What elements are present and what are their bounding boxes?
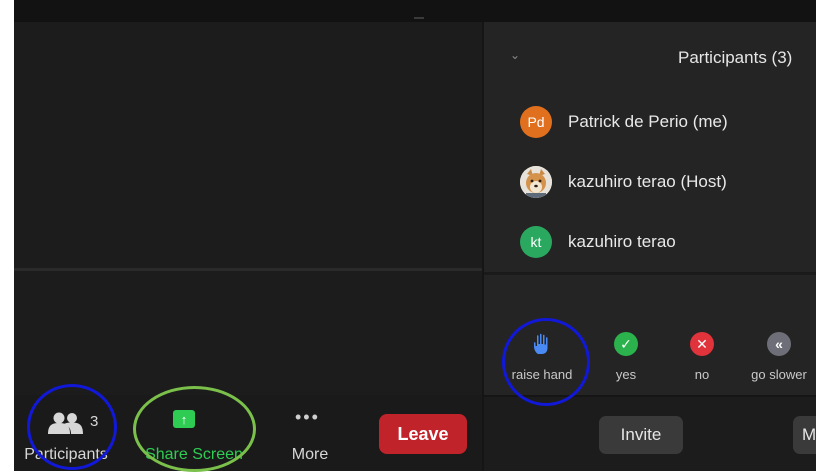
x-icon: ✕ [690,332,714,356]
participants-icon [48,412,83,434]
panel-title: Participants (3) [678,48,793,67]
top-strip-mark [414,17,424,19]
participant-row[interactable]: kt kazuhiro terao [520,224,676,260]
dog-photo-icon [520,166,552,198]
panel-divider [484,272,816,275]
invite-button[interactable]: Invite [599,416,683,454]
zoom-meeting-window: 3 Participants ↑ Share Screen ••• More L… [14,0,816,471]
go-slower-button[interactable]: « go slower [743,322,815,392]
chevron-down-icon[interactable]: ⌄ [510,48,520,62]
top-strip [14,0,816,22]
video-area-divider [14,268,482,271]
participant-name: Patrick de Perio (me) [568,112,728,131]
yes-button[interactable]: ✓ yes [590,322,662,392]
panel-footer: Invite M [484,395,816,471]
no-button[interactable]: ✕ no [666,322,738,392]
participants-count: 3 [90,413,99,430]
reactions-bar: raise hand ✓ yes ✕ no « go slower [484,322,816,392]
share-screen-label: Share Screen [145,446,243,463]
participant-row[interactable]: Pd Patrick de Perio (me) [520,104,728,140]
participant-row[interactable]: kazuhiro terao (Host) [520,164,727,200]
avatar: kt [520,226,552,258]
video-area [14,22,482,395]
share-screen-arrow-icon: ↑ [173,410,195,428]
go-slower-label: go slower [751,367,807,382]
participants-panel: ⌄ Participants (3) Pd Patrick de Perio (… [482,22,816,471]
panel-header: ⌄ Participants (3) [484,22,816,96]
more-label: More [291,446,329,463]
more-button[interactable]: ••• More [280,395,340,471]
go-slower-icon: « [767,332,791,356]
more-dots-icon: ••• [295,407,320,427]
leave-button[interactable]: Leave [379,414,467,454]
mute-all-button[interactable]: M [793,416,816,454]
raise-hand-button[interactable]: raise hand [506,322,578,392]
yes-label: yes [615,367,637,382]
raise-hand-icon [534,333,548,354]
avatar: Pd [520,106,552,138]
share-screen-button[interactable]: ↑ Share Screen [132,395,256,471]
no-label: no [694,367,710,382]
check-icon: ✓ [614,332,638,356]
raise-hand-label: raise hand [511,367,573,382]
participants-label: Participants [24,446,108,463]
participant-name: kazuhiro terao (Host) [568,172,727,191]
avatar [520,166,552,198]
participants-button[interactable]: 3 Participants [18,395,114,471]
meeting-toolbar: 3 Participants ↑ Share Screen ••• More L… [14,395,482,471]
participant-name: kazuhiro terao [568,232,676,251]
